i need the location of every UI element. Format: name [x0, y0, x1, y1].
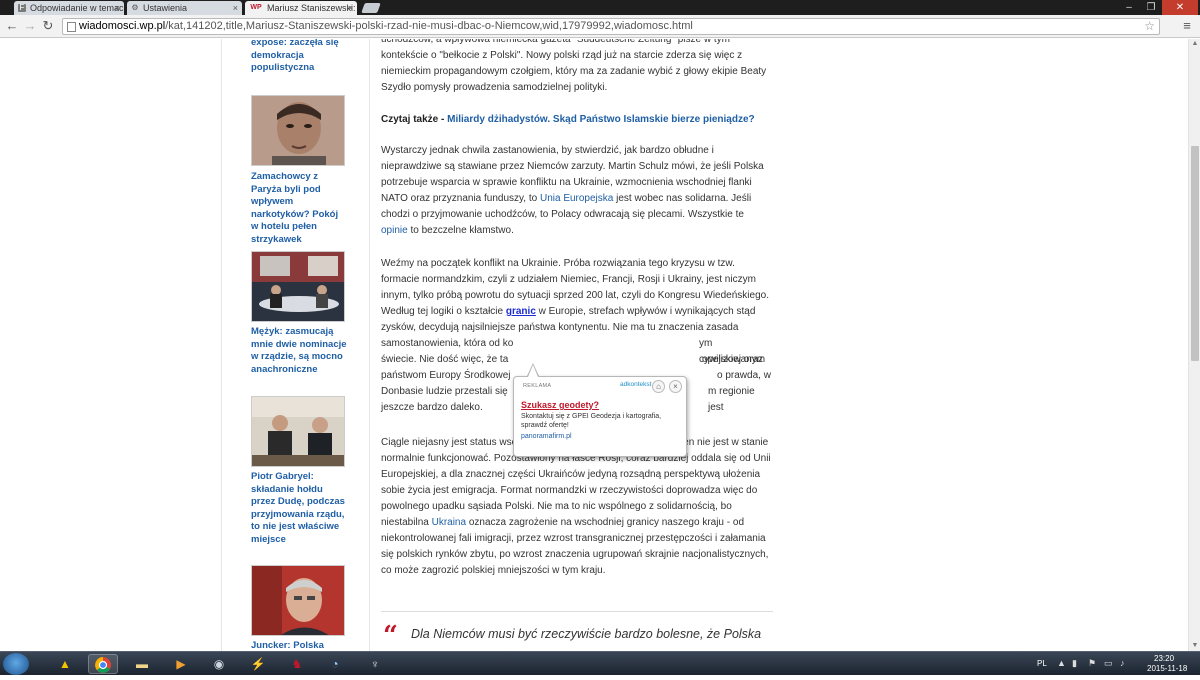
ad-popup[interactable]: REKLAMA adkontekst ⌂ × Szukasz geodety? …	[513, 376, 687, 457]
address-bar[interactable]: wiadomosci.wp.pl/kat,141202,title,Marius…	[62, 18, 1160, 35]
skyrim-icon[interactable]: ♆	[360, 654, 390, 674]
related-article-title[interactable]: Piotr Gabryel: składanie hołdu przez Dud…	[251, 471, 348, 546]
tv-studio-image	[252, 252, 344, 321]
quote-mark-icon: “	[383, 621, 398, 651]
url-host: wiadomosci.wp.pl	[79, 20, 166, 32]
pull-quote: Dla Niemców musi być rzeczywiście bardzo…	[411, 627, 762, 641]
related-article-thumbnail[interactable]	[251, 565, 345, 636]
close-icon[interactable]: ×	[669, 380, 682, 393]
divider	[381, 611, 773, 612]
tab-wp-article[interactable]: WP Mariusz Staniszewski: pols ×	[245, 1, 357, 15]
clock-date[interactable]: 2015-11-18	[1147, 664, 1187, 673]
vertical-scrollbar[interactable]: ▲ ▼	[1188, 39, 1200, 651]
game-icon[interactable]: ♞	[282, 654, 312, 674]
scrollbar-thumb[interactable]	[1191, 146, 1199, 361]
url-path: /kat,141202,title,Mariusz-Staniszewski-p…	[165, 20, 693, 32]
page-icon	[67, 22, 76, 32]
flag-icon[interactable]: ⚑	[1088, 658, 1096, 669]
steam-icon[interactable]: ◉	[204, 654, 234, 674]
related-article-title[interactable]: expose: zaczęła się demokracja populisty…	[251, 39, 348, 75]
related-article-thumbnail[interactable]	[251, 251, 345, 322]
keyword-link-granic[interactable]: granic	[506, 306, 536, 317]
windows-taskbar: ▲ ▬ ▶ ◉ ⚡ ♞ ◔ ♆ PL ▲ ▮ ⚑ ▭ ♪ 23:20 2015-…	[0, 651, 1200, 675]
gear-icon: ⚙	[131, 3, 139, 12]
close-window-button[interactable]: ✕	[1162, 0, 1198, 15]
tab-label: Ustawienia	[143, 3, 188, 13]
network-icon[interactable]: ▮	[1072, 658, 1077, 669]
browser-tab-strip: F Odpowiadanie w temacie × ⚙ Ustawienia …	[0, 0, 1200, 15]
wp-favicon-icon: WP	[250, 4, 262, 11]
related-articles-column: expose: zaczęła się demokracja populisty…	[221, 39, 370, 651]
maximize-button[interactable]: ❐	[1140, 0, 1162, 15]
battery-icon[interactable]: ▭	[1104, 658, 1113, 669]
ad-label: REKLAMA	[523, 383, 552, 389]
related-article-thumbnail[interactable]	[251, 95, 345, 166]
scroll-up-arrow-icon[interactable]: ▲	[1189, 39, 1200, 49]
media-player-icon[interactable]: ▶	[166, 654, 196, 674]
system-tray: PL ▲ ▮ ⚑ ▭ ♪ 23:20 2015-11-18	[1030, 652, 1200, 676]
related-article-title[interactable]: Zamachowcy z Paryża byli pod wpływem nar…	[251, 171, 348, 246]
clock-time[interactable]: 23:20	[1154, 654, 1174, 663]
folder-icon[interactable]: ▬	[127, 654, 157, 674]
related-article-title[interactable]: Juncker: Polska będzie	[251, 640, 348, 651]
portrait-image	[252, 96, 344, 165]
ad-popup-pointer-inner	[528, 365, 538, 377]
tab-label: Mariusz Staniszewski: pols	[267, 3, 357, 13]
chevron-up-icon[interactable]: ▲	[1057, 658, 1066, 668]
read-also-link[interactable]: Miliardy dżihadystów. Skąd Państwo Islam…	[447, 114, 755, 125]
start-button[interactable]	[3, 653, 29, 675]
bolt-app-icon[interactable]: ⚡	[243, 654, 273, 674]
ad-brand[interactable]: adkontekst	[620, 381, 651, 388]
read-also-prefix: Czytaj także -	[381, 114, 448, 125]
close-icon[interactable]: ×	[115, 1, 120, 15]
article-paragraph: Wystarczy jednak chwila zastanowienia, b…	[381, 145, 764, 236]
triangle-app-icon[interactable]: ▲	[50, 654, 80, 674]
chrome-icon[interactable]	[88, 654, 118, 674]
forum-favicon-icon: F	[18, 3, 26, 12]
ad-text: Skontaktuj się z GPEI Geodezja i kartogr…	[521, 413, 662, 429]
close-icon[interactable]: ×	[348, 1, 353, 15]
two-men-image	[252, 397, 344, 466]
tab-odpowiadanie[interactable]: F Odpowiadanie w temacie ×	[14, 1, 124, 15]
portrait-image	[252, 566, 344, 635]
minimize-button[interactable]: –	[1118, 0, 1140, 15]
article-paragraph: uchodźców, a wpływowa niemiecka gazeta "…	[381, 39, 767, 93]
tab-ustawienia[interactable]: ⚙ Ustawienia ×	[127, 1, 242, 15]
messenger-icon[interactable]: ◔	[320, 654, 350, 674]
browser-toolbar: ← → ↻ wiadomosci.wp.pl/kat,141202,title,…	[0, 15, 1200, 38]
cart-icon[interactable]: ⌂	[652, 380, 665, 393]
link-opinie[interactable]: opinie	[381, 225, 408, 236]
language-indicator[interactable]: PL	[1037, 659, 1047, 668]
new-tab-button[interactable]	[361, 3, 381, 13]
reload-icon[interactable]: ↻	[40, 18, 56, 34]
tab-label: Odpowiadanie w temacie	[30, 3, 124, 13]
ad-link[interactable]: panoramafirm.pl	[521, 433, 572, 440]
volume-icon[interactable]: ♪	[1120, 658, 1125, 668]
read-also: Czytaj także - Miliardy dżihadystów. Ską…	[381, 112, 755, 128]
link-ukraina[interactable]: Ukraina	[432, 517, 466, 528]
menu-icon[interactable]: ≡	[1180, 19, 1194, 33]
forward-arrow-icon[interactable]: →	[22, 18, 38, 34]
back-arrow-icon[interactable]: ←	[4, 18, 20, 34]
link-unia-europejska[interactable]: Unia Europejska	[540, 193, 613, 204]
bookmark-star-icon[interactable]: ☆	[1144, 19, 1155, 34]
chrome-logo-icon	[95, 657, 111, 673]
page-viewport: expose: zaczęła się demokracja populisty…	[0, 39, 1188, 651]
scroll-down-arrow-icon[interactable]: ▼	[1189, 641, 1200, 651]
close-icon[interactable]: ×	[233, 1, 238, 15]
related-article-title[interactable]: Mężyk: zasmucają mnie dwie nominacje w r…	[251, 326, 348, 376]
ad-headline[interactable]: Szukasz geodety?	[521, 400, 599, 410]
related-article-thumbnail[interactable]	[251, 396, 345, 467]
